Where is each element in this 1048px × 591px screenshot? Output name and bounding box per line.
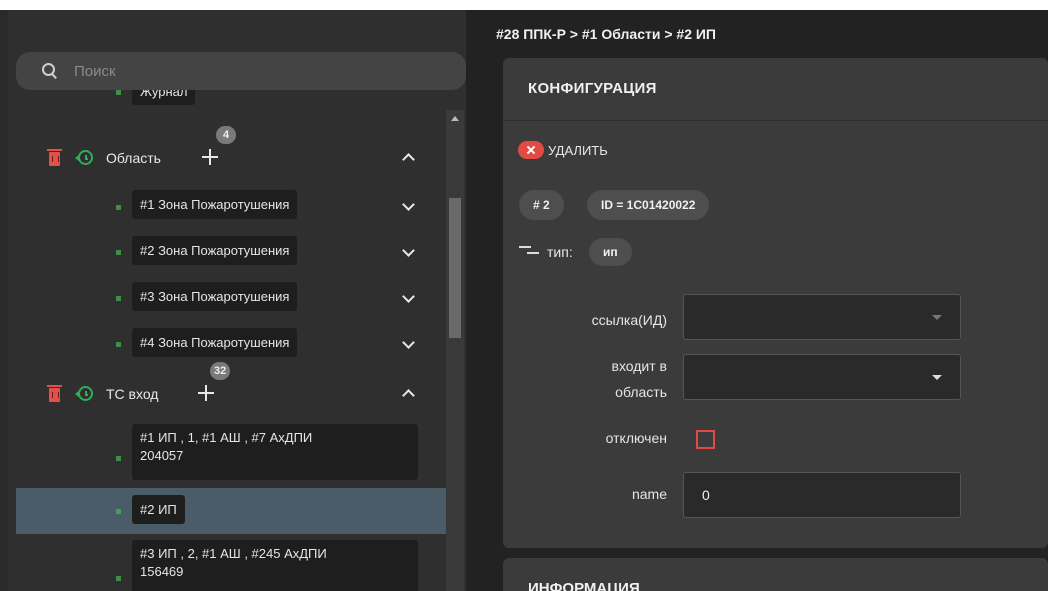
- top-strip: [0, 0, 1048, 10]
- group-label: ТС вход: [106, 386, 159, 402]
- search-icon: [42, 63, 58, 79]
- tree-group-tc-input[interactable]: ТС вход 32: [16, 362, 446, 408]
- status-dot: [116, 576, 121, 581]
- name-input[interactable]: 0: [683, 472, 961, 518]
- tree-item-area-1[interactable]: #1 Зона Пожаротушения: [132, 190, 298, 219]
- type-pill: ип: [589, 238, 632, 266]
- chevron-down-icon: [932, 375, 942, 380]
- breadcrumb: #28 ППК-Р > #1 Области > #2 ИП: [496, 26, 716, 42]
- item-line-1: #3 ИП , 2, #1 АШ , #245 АхДПИ: [140, 546, 327, 561]
- status-dot: [116, 509, 121, 514]
- app-root: Журнал Область 4 #1 Зона Пожаротушения #…: [0, 0, 1048, 591]
- refresh-icon[interactable]: [75, 386, 93, 401]
- info-title: ИНФОРМАЦИЯ: [528, 580, 640, 591]
- tree-item-area-3[interactable]: #3 Зона Пожаротушения: [132, 282, 298, 311]
- trash-icon[interactable]: [47, 385, 62, 402]
- tree-group-area[interactable]: Область 4: [16, 126, 446, 172]
- link-label: ссылка(ИД): [591, 312, 667, 328]
- status-dot: [116, 456, 121, 461]
- add-icon[interactable]: [198, 385, 214, 401]
- tree-item-tc-3[interactable]: #3 ИП , 2, #1 АШ , #245 АхДПИ 156469: [132, 540, 418, 591]
- disabled-checkbox[interactable]: [696, 430, 715, 449]
- config-title: КОНФИГУРАЦИЯ: [528, 80, 657, 97]
- item-line-2: 204057: [140, 448, 184, 463]
- area-label-line1: входит в: [611, 358, 668, 374]
- type-label: тип:: [547, 244, 573, 260]
- tree-item-area-2[interactable]: #2 Зона Пожаротушения: [132, 236, 298, 265]
- item-line-1: #1 ИП , 1, #1 АШ , #7 АхДПИ: [140, 430, 313, 445]
- tree-item-area-4[interactable]: #4 Зона Пожаротушения: [132, 328, 298, 357]
- item-line-2: 156469: [140, 564, 184, 579]
- divider: [503, 120, 1048, 121]
- area-select[interactable]: [683, 354, 961, 400]
- count-badge: 32: [210, 362, 231, 380]
- scroll-thumb[interactable]: [449, 198, 461, 338]
- disabled-label: отключен: [605, 430, 667, 446]
- add-icon[interactable]: [202, 149, 218, 165]
- chevron-down-icon: [932, 315, 942, 320]
- left-panel: Журнал Область 4 #1 Зона Пожаротушения #…: [8, 10, 466, 591]
- chevron-down-icon[interactable]: [402, 244, 415, 257]
- tree-item-tc-1[interactable]: #1 ИП , 1, #1 АШ , #7 АхДПИ 204057: [132, 424, 418, 480]
- tree-scrollbar[interactable]: [446, 110, 464, 591]
- id-pill: ID = 1C01420022: [587, 190, 710, 220]
- chevron-up-icon[interactable]: [402, 389, 415, 402]
- status-dot: [116, 250, 121, 255]
- chevron-down-icon[interactable]: [402, 336, 415, 349]
- config-card: КОНФИГУРАЦИЯ УДАЛИТЬ # 2 ID = 1C01420022…: [503, 58, 1048, 548]
- name-value: 0: [702, 487, 710, 503]
- chevron-down-icon[interactable]: [402, 198, 415, 211]
- search-box[interactable]: [16, 52, 466, 90]
- chevron-down-icon[interactable]: [402, 290, 415, 303]
- scroll-up-icon[interactable]: [451, 116, 459, 121]
- name-label: name: [631, 486, 667, 502]
- right-panel: #28 ППК-Р > #1 Области > #2 ИП КОНФИГУРА…: [466, 10, 1048, 591]
- status-dot: [116, 296, 121, 301]
- area-label-line2: область: [615, 384, 667, 400]
- chevron-up-icon[interactable]: [402, 153, 415, 166]
- search-input[interactable]: [74, 62, 434, 80]
- status-dot: [116, 342, 121, 347]
- selected-row-highlight[interactable]: [16, 488, 446, 534]
- link-select[interactable]: [683, 294, 961, 340]
- count-badge: 4: [216, 126, 236, 144]
- status-dot: [116, 205, 121, 210]
- delete-label: УДАЛИТЬ: [548, 142, 608, 158]
- info-card: ИНФОРМАЦИЯ: [503, 558, 1048, 591]
- trash-icon[interactable]: [47, 149, 62, 166]
- tree-view: Журнал Область 4 #1 Зона Пожаротушения #…: [16, 90, 446, 591]
- tree-item-journal[interactable]: Журнал: [132, 90, 196, 105]
- group-label: Область: [106, 150, 161, 166]
- refresh-icon[interactable]: [75, 150, 93, 165]
- status-dot: [116, 90, 121, 95]
- number-pill: # 2: [519, 190, 564, 220]
- tree-item-tc-2[interactable]: #2 ИП: [132, 495, 185, 524]
- swap-icon[interactable]: [519, 241, 541, 257]
- delete-button[interactable]: УДАЛИТЬ: [518, 138, 608, 162]
- close-icon: [518, 141, 544, 159]
